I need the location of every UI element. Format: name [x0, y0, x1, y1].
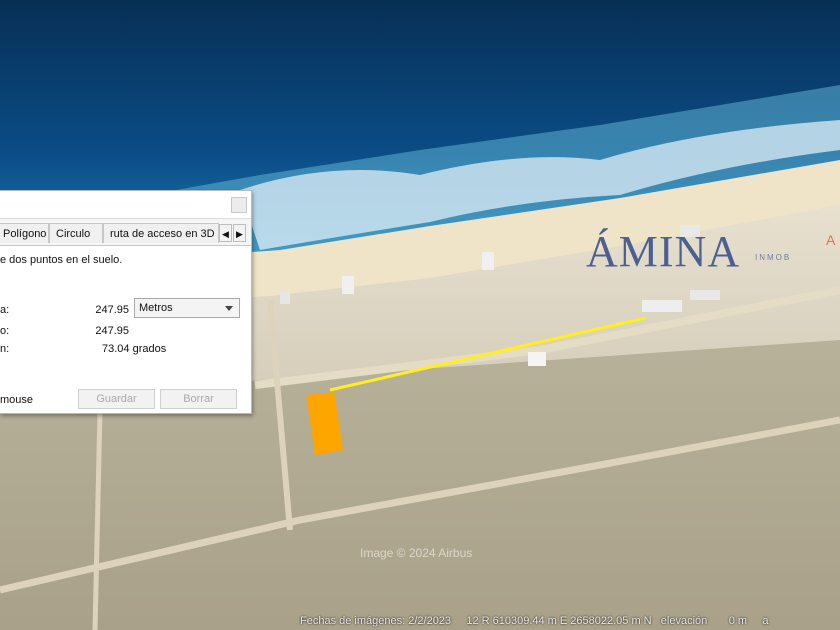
building: [690, 290, 720, 300]
ruler-description: e dos puntos en el suelo.: [0, 254, 123, 266]
units-selected: Metros: [139, 302, 173, 314]
elevation-label: elevación: [660, 615, 708, 627]
heading-value: 73.04 grados: [102, 343, 167, 355]
brand-mark: A: [826, 232, 836, 248]
tab-scroll-left-icon[interactable]: ◀: [219, 224, 232, 242]
clear-button[interactable]: Borrar: [160, 389, 237, 409]
mouse-nav-label: mouse: [0, 394, 34, 406]
save-button[interactable]: Guardar: [78, 389, 155, 409]
tab-polygon[interactable]: Polígono: [0, 223, 49, 243]
length-value: 247.95: [95, 304, 129, 316]
imagery-date: Fechas de imágenes: 2/2/2023: [300, 615, 452, 627]
elevation-value: 0 m: [728, 615, 748, 627]
brand-sub-text: INMOB: [755, 253, 792, 262]
building: [482, 252, 494, 270]
ground-length-value: 247.95: [95, 325, 129, 337]
tab-circle[interactable]: Circulo: [49, 223, 103, 243]
cursor-coordinates: 12 R 610309.44 m E 2658022.05 m N: [466, 615, 652, 627]
brand-logo-text: ÁMINA: [586, 227, 741, 276]
length-label: a:: [0, 304, 10, 316]
ground-length-label: o:: [0, 325, 10, 337]
ruler-tabs: Polígono Circulo ruta de acceso en 3D ◀ …: [0, 223, 251, 245]
building: [280, 292, 290, 304]
units-select[interactable]: Metros: [134, 298, 240, 318]
status-tail: a: [762, 615, 769, 627]
heading-label: n:: [0, 343, 10, 355]
tab-scroll-right-icon[interactable]: ▶: [233, 224, 246, 242]
tab-3d-path[interactable]: ruta de acceso en 3D: [103, 223, 219, 243]
imagery-watermark: Image © 2024 Airbus: [360, 546, 473, 560]
ruler-tab-body: e dos puntos en el suelo. a: 247.95 Metr…: [0, 245, 251, 413]
building: [642, 300, 682, 312]
building: [342, 276, 354, 294]
building: [528, 352, 546, 366]
close-icon[interactable]: [231, 197, 247, 213]
status-bar: Fechas de imágenes: 2/2/2023 12 R 610309…: [300, 615, 768, 627]
chevron-down-icon: [225, 306, 233, 311]
ruler-dialog[interactable]: Polígono Circulo ruta de acceso en 3D ◀ …: [0, 190, 252, 414]
ruler-titlebar[interactable]: [0, 191, 251, 219]
